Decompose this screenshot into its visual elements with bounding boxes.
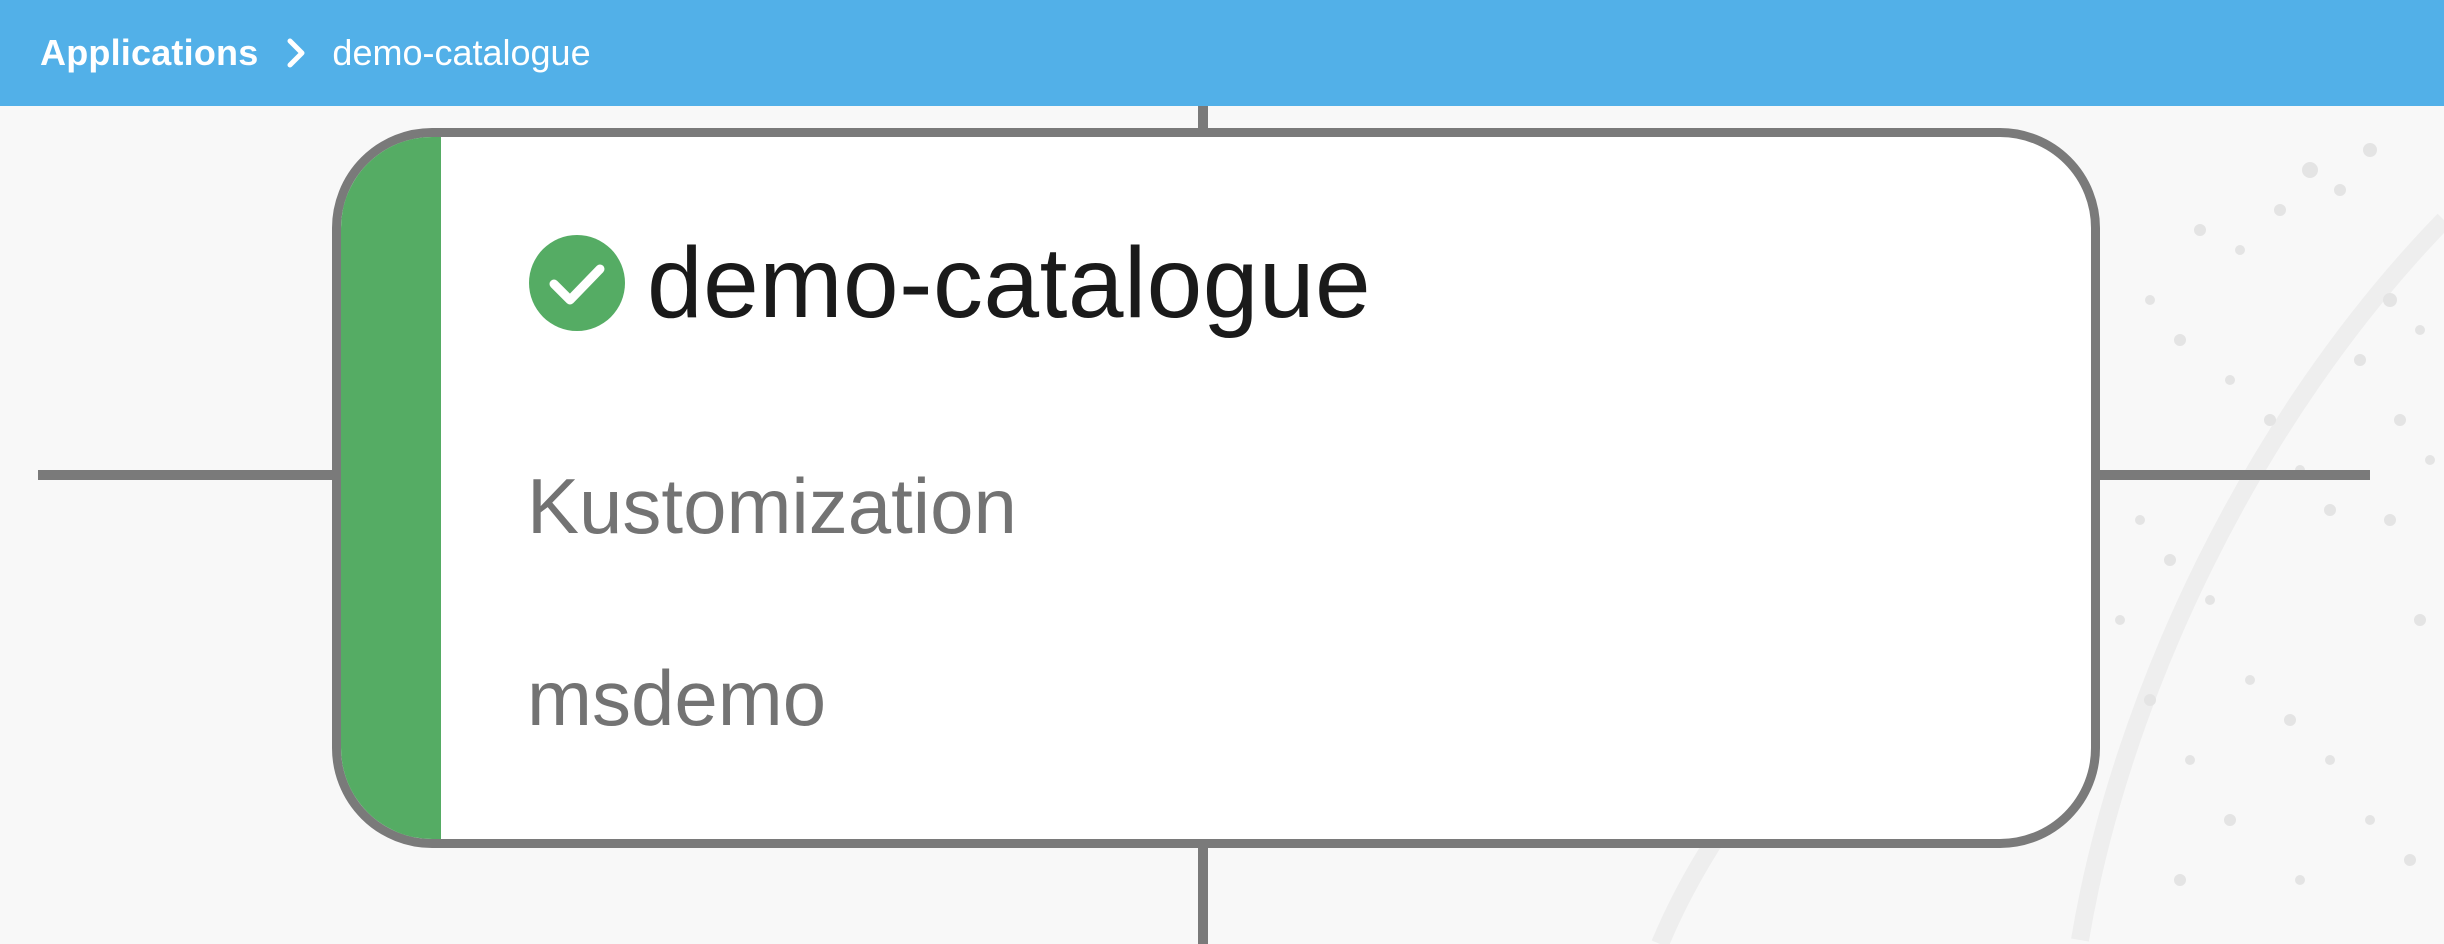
graph-edge-right bbox=[2090, 470, 2370, 480]
check-circle-icon bbox=[527, 233, 627, 333]
graph-node-card[interactable]: demo-catalogue Kustomization msdemo bbox=[332, 128, 2100, 848]
graph-edge-bottom bbox=[1198, 840, 1208, 944]
chevron-right-icon bbox=[276, 33, 316, 73]
node-title-row: demo-catalogue bbox=[527, 233, 1371, 333]
breadcrumb-current: demo-catalogue bbox=[332, 32, 591, 73]
breadcrumb: Applications demo-catalogue bbox=[0, 0, 2444, 106]
breadcrumb-applications-link[interactable]: Applications bbox=[40, 32, 258, 74]
graph-edge-left bbox=[38, 470, 338, 480]
node-namespace: msdemo bbox=[527, 654, 827, 742]
node-kind: Kustomization bbox=[527, 462, 1017, 550]
status-strip bbox=[341, 137, 441, 839]
app-window: Applications demo-catalogue demo-catalog… bbox=[0, 0, 2444, 944]
node-title: demo-catalogue bbox=[647, 227, 1372, 339]
